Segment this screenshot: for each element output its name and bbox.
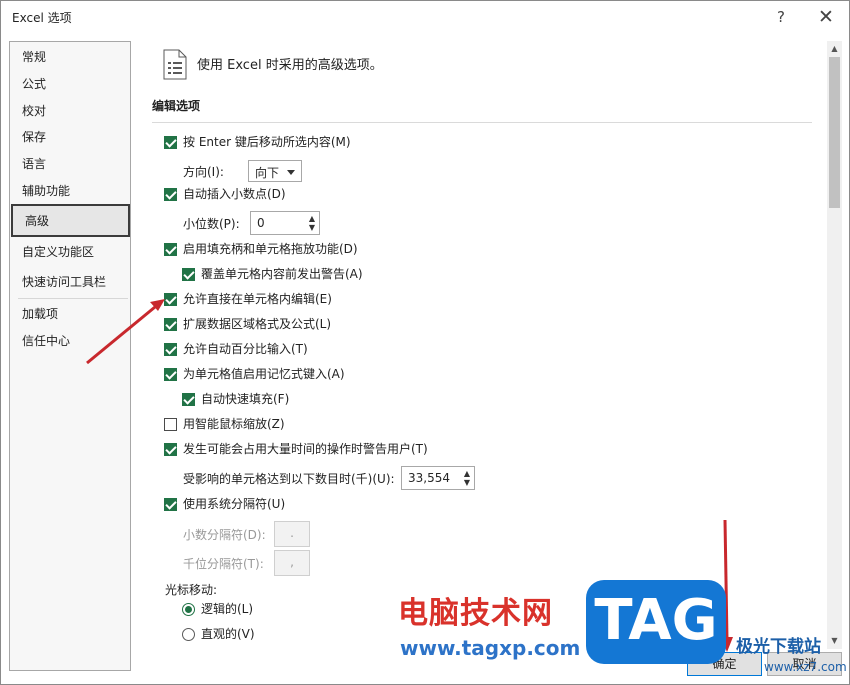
label-auto-decimal: 自动插入小数点(D) (183, 187, 286, 201)
watermark-tag-text: TAG (594, 588, 718, 653)
label-autocomplete: 为单元格值启用记忆式键入(A) (183, 367, 345, 381)
nav-item-language[interactable]: 语言 (10, 151, 130, 177)
scroll-down-icon[interactable]: ▼ (829, 635, 840, 647)
label-alert-overwrite: 覆盖单元格内容前发出警告(A) (201, 267, 363, 281)
decimal-separator-input[interactable]: . (274, 521, 310, 547)
label-alert-slow: 发生可能会占用大量时间的操作时警告用户(T) (183, 442, 428, 456)
label-flash-fill: 自动快速填充(F) (201, 392, 290, 406)
label-logical: 逻辑的(L) (201, 602, 254, 616)
label-decimal-separator: 小数分隔符(D): (183, 528, 266, 542)
affected-cells-spinner[interactable]: 33,554 ▲ ▼ (401, 466, 475, 490)
label-system-separators: 使用系统分隔符(U) (183, 497, 286, 511)
label-affected-cells: 受影响的单元格达到以下数目时(千)(U): (183, 472, 395, 486)
label-direction: 方向(I): (183, 165, 224, 179)
direction-select[interactable]: 向下 (248, 160, 302, 182)
checkbox-autocomplete[interactable] (164, 368, 177, 381)
advanced-options-panel: 使用 Excel 时采用的高级选项。 编辑选项 按 Enter 键后移动所选内容… (139, 41, 825, 649)
nav-item-general[interactable]: 常规 (10, 44, 130, 70)
nav-item-add-ins[interactable]: 加载项 (10, 301, 130, 327)
checkbox-auto-percent[interactable] (164, 343, 177, 356)
watermark-tag-logo: TAG (586, 580, 726, 664)
title-bar: Excel 选项 ? ✕ (1, 1, 849, 33)
nav-item-customize-ribbon[interactable]: 自定义功能区 (10, 239, 130, 265)
direction-value: 向下 (255, 166, 280, 180)
vertical-scrollbar[interactable]: ▲ ▼ (827, 41, 842, 649)
places-spinner[interactable]: 0 ▲ ▼ (250, 211, 320, 235)
nav-item-accessibility[interactable]: 辅助功能 (10, 178, 130, 204)
checkbox-extend-formats[interactable] (164, 318, 177, 331)
checkbox-system-separators[interactable] (164, 498, 177, 511)
spin-up-icon[interactable]: ▲ (309, 215, 315, 223)
label-edit-in-cell: 允许直接在单元格内编辑(E) (183, 292, 332, 306)
checkbox-alert-slow[interactable] (164, 443, 177, 456)
radio-logical[interactable] (182, 603, 195, 616)
section-divider (152, 122, 812, 123)
document-icon (163, 49, 187, 80)
label-visual: 直观的(V) (201, 627, 255, 641)
category-nav: 常规 公式 校对 保存 语言 辅助功能 高级 自定义功能区 快速访问工具栏 加载… (9, 41, 131, 671)
affected-cells-value: 33,554 (408, 471, 450, 485)
checkbox-flash-fill[interactable] (182, 393, 195, 406)
scrollbar-thumb[interactable] (829, 57, 840, 208)
spin-down-icon[interactable]: ▼ (464, 479, 470, 487)
chevron-down-icon (287, 170, 295, 175)
watermark-url: www.tagxp.com (400, 636, 581, 660)
label-extend-formats: 扩展数据区域格式及公式(L) (183, 317, 332, 331)
watermark-site-url: www.xz7.com (764, 660, 847, 674)
label-places: 小位数(P): (183, 217, 240, 231)
label-auto-percent: 允许自动百分比输入(T) (183, 342, 308, 356)
checkbox-zoom-intellimouse[interactable] (164, 418, 177, 431)
label-thousands-separator: 千位分隔符(T): (183, 557, 264, 571)
nav-item-save[interactable]: 保存 (10, 124, 130, 150)
checkbox-alert-overwrite[interactable] (182, 268, 195, 281)
label-fill-handle: 启用填充柄和单元格拖放功能(D) (183, 242, 358, 256)
checkbox-enter-move[interactable] (164, 136, 177, 149)
radio-visual[interactable] (182, 628, 195, 641)
thousands-separator-input[interactable]: , (274, 550, 310, 576)
label-cursor-movement: 光标移动: (165, 583, 218, 597)
section-title-editing: 编辑选项 (152, 99, 201, 113)
spin-up-icon[interactable]: ▲ (464, 470, 470, 478)
nav-item-quick-access-toolbar[interactable]: 快速访问工具栏 (10, 269, 130, 295)
nav-item-proofing[interactable]: 校对 (10, 98, 130, 124)
places-value: 0 (257, 216, 265, 230)
checkbox-edit-in-cell[interactable] (164, 293, 177, 306)
label-zoom-intellimouse: 用智能鼠标缩放(Z) (183, 417, 285, 431)
scroll-up-icon[interactable]: ▲ (829, 43, 840, 55)
close-button[interactable]: ✕ (815, 7, 837, 27)
help-button[interactable]: ? (770, 7, 792, 27)
checkbox-auto-decimal[interactable] (164, 188, 177, 201)
spin-down-icon[interactable]: ▼ (309, 224, 315, 232)
nav-item-advanced[interactable]: 高级 (11, 204, 130, 237)
watermark-cn: 电脑技术网 (398, 596, 553, 631)
watermark-site: 极光下载站 (736, 637, 821, 657)
checkbox-fill-handle[interactable] (164, 243, 177, 256)
label-enter-move: 按 Enter 键后移动所选内容(M) (183, 135, 351, 149)
nav-item-trust-center[interactable]: 信任中心 (10, 328, 130, 354)
excel-options-dialog: Excel 选项 ? ✕ 常规 公式 校对 保存 语言 辅助功能 高级 自定义功… (0, 0, 850, 685)
dialog-title: Excel 选项 (12, 11, 72, 25)
page-description: 使用 Excel 时采用的高级选项。 (197, 58, 383, 73)
nav-divider (18, 298, 128, 299)
nav-item-formulas[interactable]: 公式 (10, 71, 130, 97)
